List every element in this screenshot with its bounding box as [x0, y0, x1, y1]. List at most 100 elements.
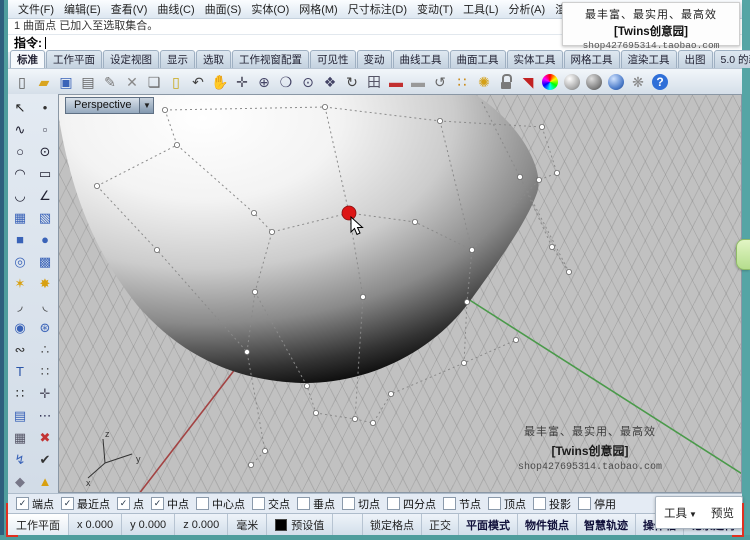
menu-item-9[interactable]: 变动(T): [412, 0, 458, 18]
freeform-curve-icon[interactable]: ◡: [8, 184, 32, 206]
check-icon[interactable]: ✔: [33, 448, 57, 470]
tab-2[interactable]: 工作平面: [46, 50, 102, 68]
units-label[interactable]: 毫米: [228, 514, 268, 535]
osnap-11[interactable]: 顶点: [488, 496, 526, 512]
viewport-title[interactable]: Perspective: [65, 97, 141, 114]
menu-item-4[interactable]: 曲线(C): [152, 0, 199, 18]
named-view-icon[interactable]: ↺: [430, 72, 450, 92]
menu-item-8[interactable]: 尺寸标注(D): [343, 0, 412, 18]
osnap-checkbox-1[interactable]: ✓: [16, 497, 29, 510]
viewport-title-tab[interactable]: Perspective ▼: [65, 97, 155, 114]
blend-curve-icon[interactable]: ∾: [8, 338, 32, 360]
control-point-5[interactable]: [94, 183, 101, 190]
surface-from-curves-icon[interactable]: ▧: [33, 206, 57, 228]
tab-1[interactable]: 标准: [10, 50, 45, 68]
move-icon[interactable]: ✛: [232, 72, 252, 92]
control-point-16[interactable]: [463, 298, 470, 305]
chamfer-icon[interactable]: ◟: [33, 294, 57, 316]
extract-surface-icon[interactable]: ✸: [33, 272, 57, 294]
select-pointer-icon[interactable]: ↖: [8, 96, 32, 118]
osnap-checkbox-11[interactable]: [488, 497, 501, 510]
status-toggle-5[interactable]: 智慧轨迹: [576, 514, 635, 535]
osnap-checkbox-4[interactable]: ✓: [151, 497, 164, 510]
osnap-checkbox-2[interactable]: ✓: [61, 497, 74, 510]
copy-icon[interactable]: ❏: [144, 72, 164, 92]
osnap-12[interactable]: 投影: [533, 496, 571, 512]
tab-4[interactable]: 显示: [160, 50, 195, 68]
cplane-button[interactable]: 工作平面: [8, 514, 69, 535]
render-sphere-icon[interactable]: [564, 73, 580, 90]
points-on-toggle-icon[interactable]: ∴: [33, 338, 57, 360]
osnap-5[interactable]: 中心点: [196, 496, 245, 512]
polyline-icon[interactable]: ∠: [33, 184, 57, 206]
control-point-11[interactable]: [516, 174, 523, 181]
osnap-4[interactable]: ✓ 中点: [151, 496, 189, 512]
paste-icon[interactable]: ▯: [166, 72, 186, 92]
status-toggle-2[interactable]: 正交: [421, 514, 458, 535]
undo-icon[interactable]: ↶: [188, 72, 208, 92]
osnap-checkbox-6[interactable]: [252, 497, 265, 510]
rectangle-icon[interactable]: ▭: [33, 162, 57, 184]
control-point-3[interactable]: [321, 103, 328, 110]
group-spheres-icon[interactable]: ◆: [8, 470, 32, 492]
coord-x[interactable]: x 0.000: [69, 514, 123, 535]
menu-item-7[interactable]: 网格(M): [294, 0, 343, 18]
osnap-1[interactable]: ✓ 端点: [16, 496, 54, 512]
coord-y[interactable]: y 0.000: [122, 514, 176, 535]
tab-11[interactable]: 实体工具: [506, 50, 563, 68]
lock-icon[interactable]: [496, 72, 516, 92]
control-point-29[interactable]: [538, 123, 545, 130]
print-icon[interactable]: ▤: [78, 72, 98, 92]
ghosted-display-icon[interactable]: ▬: [408, 72, 428, 92]
control-point-4[interactable]: [436, 117, 443, 124]
boolean-union-icon[interactable]: ◉: [8, 316, 32, 338]
side-panel-handle[interactable]: [736, 239, 750, 270]
tab-13[interactable]: 渲染工具: [620, 50, 677, 68]
osnap-8[interactable]: 切点: [342, 496, 380, 512]
osnap-checkbox-8[interactable]: [342, 497, 355, 510]
tool-menu-button[interactable]: 工具 ▼: [664, 505, 697, 521]
control-point-curve-icon[interactable]: ∿: [8, 118, 32, 140]
sphere-icon[interactable]: ●: [33, 228, 57, 250]
points-on-icon[interactable]: ∷: [452, 72, 472, 92]
tab-5[interactable]: 选取: [196, 50, 231, 68]
ellipse-icon[interactable]: ⊙: [33, 140, 57, 162]
osnap-6[interactable]: 交点: [252, 496, 290, 512]
circle-icon[interactable]: ○: [8, 140, 32, 162]
grid-dots-icon[interactable]: ▦: [8, 426, 32, 448]
osnap-2[interactable]: ✓ 最近点: [61, 496, 110, 512]
tab-12[interactable]: 网格工具: [563, 50, 620, 68]
osnap-checkbox-12[interactable]: [533, 497, 546, 510]
viewport-layout-icon[interactable]: 田: [364, 72, 384, 92]
save-icon[interactable]: ▣: [56, 72, 76, 92]
osnap-checkbox-10[interactable]: [443, 497, 456, 510]
status-toggle-3[interactable]: 平面模式: [458, 514, 517, 535]
delete-icon[interactable]: ✕: [122, 72, 142, 92]
control-point-28[interactable]: [565, 268, 572, 275]
zoom-window-icon[interactable]: ❍: [276, 72, 296, 92]
menu-item-10[interactable]: 工具(L): [458, 0, 503, 18]
shade-sphere-icon[interactable]: [586, 73, 602, 90]
array-linear-icon[interactable]: ⋯: [33, 404, 57, 426]
raytrace-sphere-icon[interactable]: [608, 73, 624, 90]
layer-indicator[interactable]: 预设值: [267, 514, 334, 535]
osnap-10[interactable]: 节点: [443, 496, 481, 512]
export-notes-icon[interactable]: ✎: [100, 72, 120, 92]
control-point-9[interactable]: [154, 246, 161, 253]
surface-patch-icon[interactable]: ▦: [8, 206, 32, 228]
shaded-display-icon[interactable]: ▬: [386, 72, 406, 92]
osnap-9[interactable]: 四分点: [387, 496, 436, 512]
tab-3[interactable]: 设定视图: [103, 50, 159, 68]
osnap-checkbox-3[interactable]: ✓: [117, 497, 130, 510]
tab-14[interactable]: 出图: [677, 50, 713, 68]
osnap-checkbox-9[interactable]: [387, 497, 400, 510]
zoom-dynamic-icon[interactable]: ⊕: [254, 72, 274, 92]
control-point-17[interactable]: [243, 348, 250, 355]
rotate-view-icon[interactable]: ↻: [342, 72, 362, 92]
osnap-3[interactable]: ✓ 点: [117, 496, 144, 512]
options-gears-icon[interactable]: ❋: [628, 72, 648, 92]
menu-item-11[interactable]: 分析(A): [504, 0, 551, 18]
viewport-menu-chevron-icon[interactable]: ▼: [140, 97, 155, 114]
curve-through-points-icon[interactable]: ▫: [33, 118, 57, 140]
tab-15[interactable]: 5.0 的新功能: [713, 50, 750, 68]
